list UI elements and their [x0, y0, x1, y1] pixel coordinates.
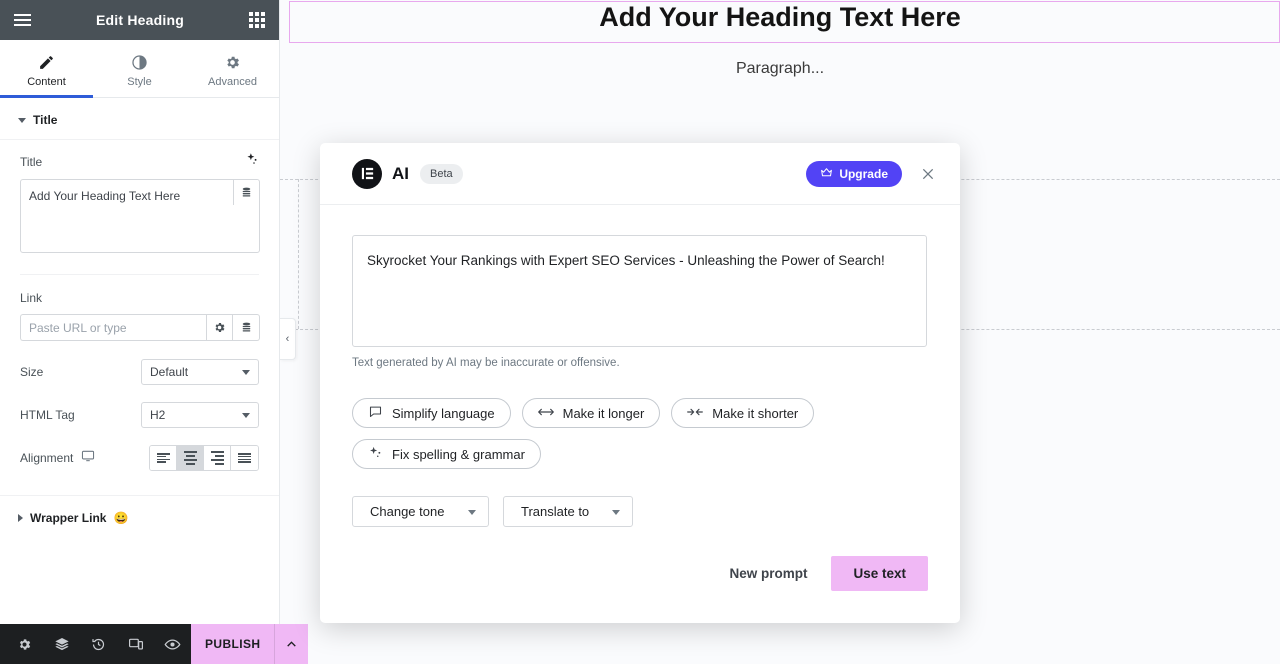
translate-to-dropdown[interactable]: Translate to: [503, 496, 633, 527]
elementor-editor: Edit Heading Content Style Advanced Titl…: [0, 0, 1280, 664]
sparkle-icon: [368, 445, 383, 463]
title-input[interactable]: [20, 179, 260, 253]
link-input[interactable]: [20, 314, 206, 341]
bottom-bar-icons: [0, 624, 191, 664]
speech-bubble-icon: [368, 404, 383, 422]
align-center-button[interactable]: [177, 446, 204, 470]
settings-gear-icon[interactable]: [6, 624, 43, 664]
grid-apps-icon[interactable]: [249, 12, 265, 28]
expand-arrows-icon: [537, 406, 554, 421]
change-tone-dropdown[interactable]: Change tone: [352, 496, 489, 527]
chip-label: Make it shorter: [712, 405, 799, 421]
ai-dropdowns: Change tone Translate to: [352, 496, 928, 527]
dropdown-label: Translate to: [521, 504, 590, 519]
tab-advanced-label: Advanced: [208, 75, 257, 88]
ai-result-text[interactable]: Skyrocket Your Rankings with Expert SEO …: [352, 235, 927, 347]
chevron-down-icon: [612, 509, 620, 515]
crown-icon: [820, 166, 833, 182]
panel-tabs: Content Style Advanced: [0, 40, 279, 98]
title-field-label: Title: [20, 155, 43, 169]
elementor-logo-icon: [352, 158, 382, 189]
editor-bottom-bar: PUBLISH: [0, 624, 309, 664]
size-value: Default: [150, 365, 189, 379]
section-title[interactable]: Title: [0, 98, 279, 140]
chip-make-it-longer[interactable]: Make it longer: [521, 398, 661, 428]
tab-content[interactable]: Content: [0, 40, 93, 98]
chip-fix-spelling-grammar[interactable]: Fix spelling & grammar: [352, 439, 541, 469]
upgrade-button[interactable]: Upgrade: [806, 160, 902, 187]
chip-simplify-language[interactable]: Simplify language: [352, 398, 511, 428]
beta-badge: Beta: [420, 163, 463, 184]
title-textarea-wrap: [20, 179, 260, 258]
chevron-up-icon[interactable]: [274, 624, 308, 664]
publish-button[interactable]: PUBLISH: [191, 624, 309, 664]
canvas-paragraph[interactable]: Paragraph...: [280, 60, 1280, 78]
chevron-right-icon: [18, 514, 23, 522]
section-wrapper-link-label: Wrapper Link: [30, 511, 107, 525]
title-controls: Title Link: [0, 152, 279, 471]
html-tag-value: H2: [150, 408, 166, 422]
hamburger-icon[interactable]: [14, 14, 31, 26]
tab-advanced[interactable]: Advanced: [186, 40, 279, 97]
panel-header: Edit Heading: [0, 0, 279, 40]
contrast-circle-icon: [131, 54, 148, 71]
use-text-button[interactable]: Use text: [831, 556, 928, 591]
contract-arrows-icon: [687, 406, 704, 421]
chip-label: Fix spelling & grammar: [392, 446, 525, 462]
link-input-group: [20, 314, 260, 341]
gear-icon: [224, 54, 241, 71]
alignment-button-group: [149, 445, 259, 471]
canvas-heading[interactable]: Add Your Heading Text Here: [280, 2, 1280, 33]
divider: [20, 274, 259, 275]
chevron-down-icon: [242, 370, 250, 375]
alignment-label: Alignment: [20, 451, 74, 465]
tab-style[interactable]: Style: [93, 40, 186, 97]
chevron-down-icon: [468, 509, 476, 515]
html-tag-label: HTML Tag: [20, 408, 75, 422]
navigator-layers-icon[interactable]: [43, 624, 80, 664]
chip-label: Make it longer: [562, 405, 645, 421]
ai-dialog: AI Beta Upgrade Skyrocket Your Rankings …: [320, 143, 960, 623]
gear-icon[interactable]: [206, 314, 233, 341]
column-guide-left: [298, 179, 299, 329]
chevron-down-icon: [242, 413, 250, 418]
tab-content-label: Content: [27, 75, 66, 88]
align-right-button[interactable]: [204, 446, 231, 470]
new-prompt-button[interactable]: New prompt: [715, 556, 821, 591]
chevron-down-icon: [18, 117, 26, 123]
dynamic-tags-icon[interactable]: [233, 180, 258, 205]
html-tag-select[interactable]: H2: [141, 402, 259, 428]
ai-dialog-body: Skyrocket Your Rankings with Expert SEO …: [320, 205, 960, 556]
size-label: Size: [20, 365, 44, 379]
chip-label: Simplify language: [392, 405, 495, 421]
close-x-icon[interactable]: [916, 162, 940, 186]
chip-make-it-shorter[interactable]: Make it shorter: [671, 398, 815, 428]
publish-label: PUBLISH: [205, 637, 261, 651]
pencil-icon: [38, 54, 55, 71]
size-select[interactable]: Default: [141, 359, 259, 385]
section-title-label: Title: [33, 113, 58, 127]
desktop-monitor-icon[interactable]: [81, 449, 95, 468]
editor-panel: Edit Heading Content Style Advanced Titl…: [0, 0, 280, 664]
responsive-mode-icon[interactable]: [117, 624, 154, 664]
dropdown-label: Change tone: [370, 504, 445, 519]
ai-dialog-footer: New prompt Use text: [320, 556, 960, 623]
preview-eye-icon[interactable]: [154, 624, 191, 664]
link-field-label: Link: [20, 291, 43, 305]
tab-style-label: Style: [127, 75, 152, 88]
ai-dialog-header: AI Beta Upgrade: [320, 143, 960, 205]
upgrade-label: Upgrade: [839, 166, 888, 181]
ai-brand-label: AI: [392, 163, 409, 183]
ai-action-chips: Simplify language Make it longer Make it…: [352, 398, 932, 469]
wrapper-link-badge: 😀: [113, 511, 129, 525]
section-wrapper-link[interactable]: Wrapper Link 😀: [0, 496, 279, 537]
page-title: Edit Heading: [96, 12, 184, 28]
align-left-button[interactable]: [150, 446, 177, 470]
ai-sparkle-icon[interactable]: [244, 152, 259, 172]
dynamic-tags-icon[interactable]: [233, 314, 260, 341]
align-justify-button[interactable]: [231, 446, 258, 470]
ai-disclaimer: Text generated by AI may be inaccurate o…: [352, 357, 620, 369]
panel-collapse-handle[interactable]: ‹: [280, 318, 296, 360]
history-clock-icon[interactable]: [80, 624, 117, 664]
